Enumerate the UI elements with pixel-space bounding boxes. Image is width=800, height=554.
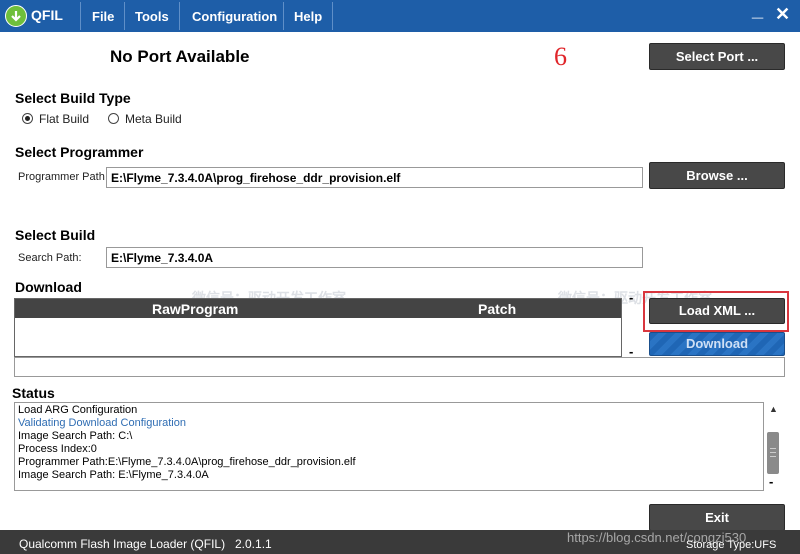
menu-separator bbox=[179, 2, 180, 30]
browse-button[interactable]: Browse ... bbox=[649, 162, 785, 189]
menu-separator bbox=[124, 2, 125, 30]
log-line: Programmer Path:E:\Flyme_7.3.4.0A\prog_f… bbox=[18, 456, 356, 468]
exit-button[interactable]: Exit bbox=[649, 504, 785, 531]
log-line: Image Search Path: C:\ bbox=[18, 430, 133, 442]
download-arrow-icon bbox=[5, 5, 27, 27]
build-type-title: Select Build Type bbox=[15, 90, 131, 106]
step-annotation: 6 bbox=[554, 42, 567, 71]
log-line: Load ARG Configuration bbox=[18, 404, 138, 416]
menu-file[interactable]: File bbox=[92, 9, 114, 24]
download-table[interactable]: RawProgram Patch bbox=[14, 298, 622, 357]
status-title: Status bbox=[12, 385, 55, 401]
column-patch: Patch bbox=[478, 301, 517, 317]
status-footer: Qualcomm Flash Image Loader (QFIL) 2.0.1… bbox=[0, 530, 800, 554]
menu-separator bbox=[332, 2, 333, 30]
search-path-field[interactable]: E:\Flyme_7.3.4.0A bbox=[106, 247, 643, 268]
log-line: Image Search Path: E:\Flyme_7.3.4.0A bbox=[18, 469, 209, 481]
progress-bar bbox=[14, 357, 785, 377]
column-rawprogram: RawProgram bbox=[152, 301, 239, 317]
programmer-path-field[interactable]: E:\Flyme_7.3.4.0A\prog_firehose_ddr_prov… bbox=[106, 167, 643, 188]
meta-build-label: Meta Build bbox=[125, 112, 182, 126]
status-minimize-button[interactable]: - bbox=[769, 474, 773, 489]
log-line: Process Index:0 bbox=[18, 443, 97, 455]
log-line: Validating Download Configuration bbox=[18, 417, 186, 429]
programmer-title: Select Programmer bbox=[15, 144, 144, 160]
scroll-up-icon[interactable]: ▲ bbox=[769, 404, 778, 414]
flat-build-radio[interactable] bbox=[22, 113, 33, 124]
menu-configuration[interactable]: Configuration bbox=[192, 9, 277, 24]
menu-separator bbox=[80, 2, 81, 30]
close-button[interactable]: ✕ bbox=[775, 4, 790, 25]
status-log[interactable]: Load ARG Configuration Validating Downlo… bbox=[14, 402, 764, 491]
scroll-thumb[interactable] bbox=[767, 432, 779, 474]
port-status: No Port Available bbox=[110, 47, 250, 66]
app-name: QFIL bbox=[31, 7, 63, 23]
flat-build-label: Flat Build bbox=[39, 112, 90, 126]
meta-build-radio[interactable] bbox=[108, 113, 119, 124]
search-path-label: Search Path: bbox=[18, 252, 82, 264]
table-minimize-button[interactable]: - bbox=[629, 290, 633, 305]
menu-tools[interactable]: Tools bbox=[135, 9, 169, 24]
download-title: Download bbox=[15, 279, 82, 295]
storage-type: Storage Type:UFS bbox=[686, 539, 777, 551]
download-table-header: RawProgram Patch bbox=[15, 299, 621, 318]
programmer-path-label: Programmer Path bbox=[18, 171, 105, 183]
title-bar: QFIL File Tools Configuration Help _ ✕ bbox=[0, 0, 800, 32]
download-button[interactable]: Download bbox=[649, 332, 785, 356]
select-port-button[interactable]: Select Port ... bbox=[649, 43, 785, 70]
select-build-title: Select Build bbox=[15, 227, 96, 243]
menu-help[interactable]: Help bbox=[294, 9, 322, 24]
load-xml-button[interactable]: Load XML ... bbox=[649, 298, 785, 324]
menu-separator bbox=[283, 2, 284, 30]
version-label: 2.0.1.1 bbox=[235, 537, 272, 551]
minimize-button[interactable]: _ bbox=[752, 0, 763, 22]
product-name: Qualcomm Flash Image Loader (QFIL) bbox=[19, 537, 226, 551]
